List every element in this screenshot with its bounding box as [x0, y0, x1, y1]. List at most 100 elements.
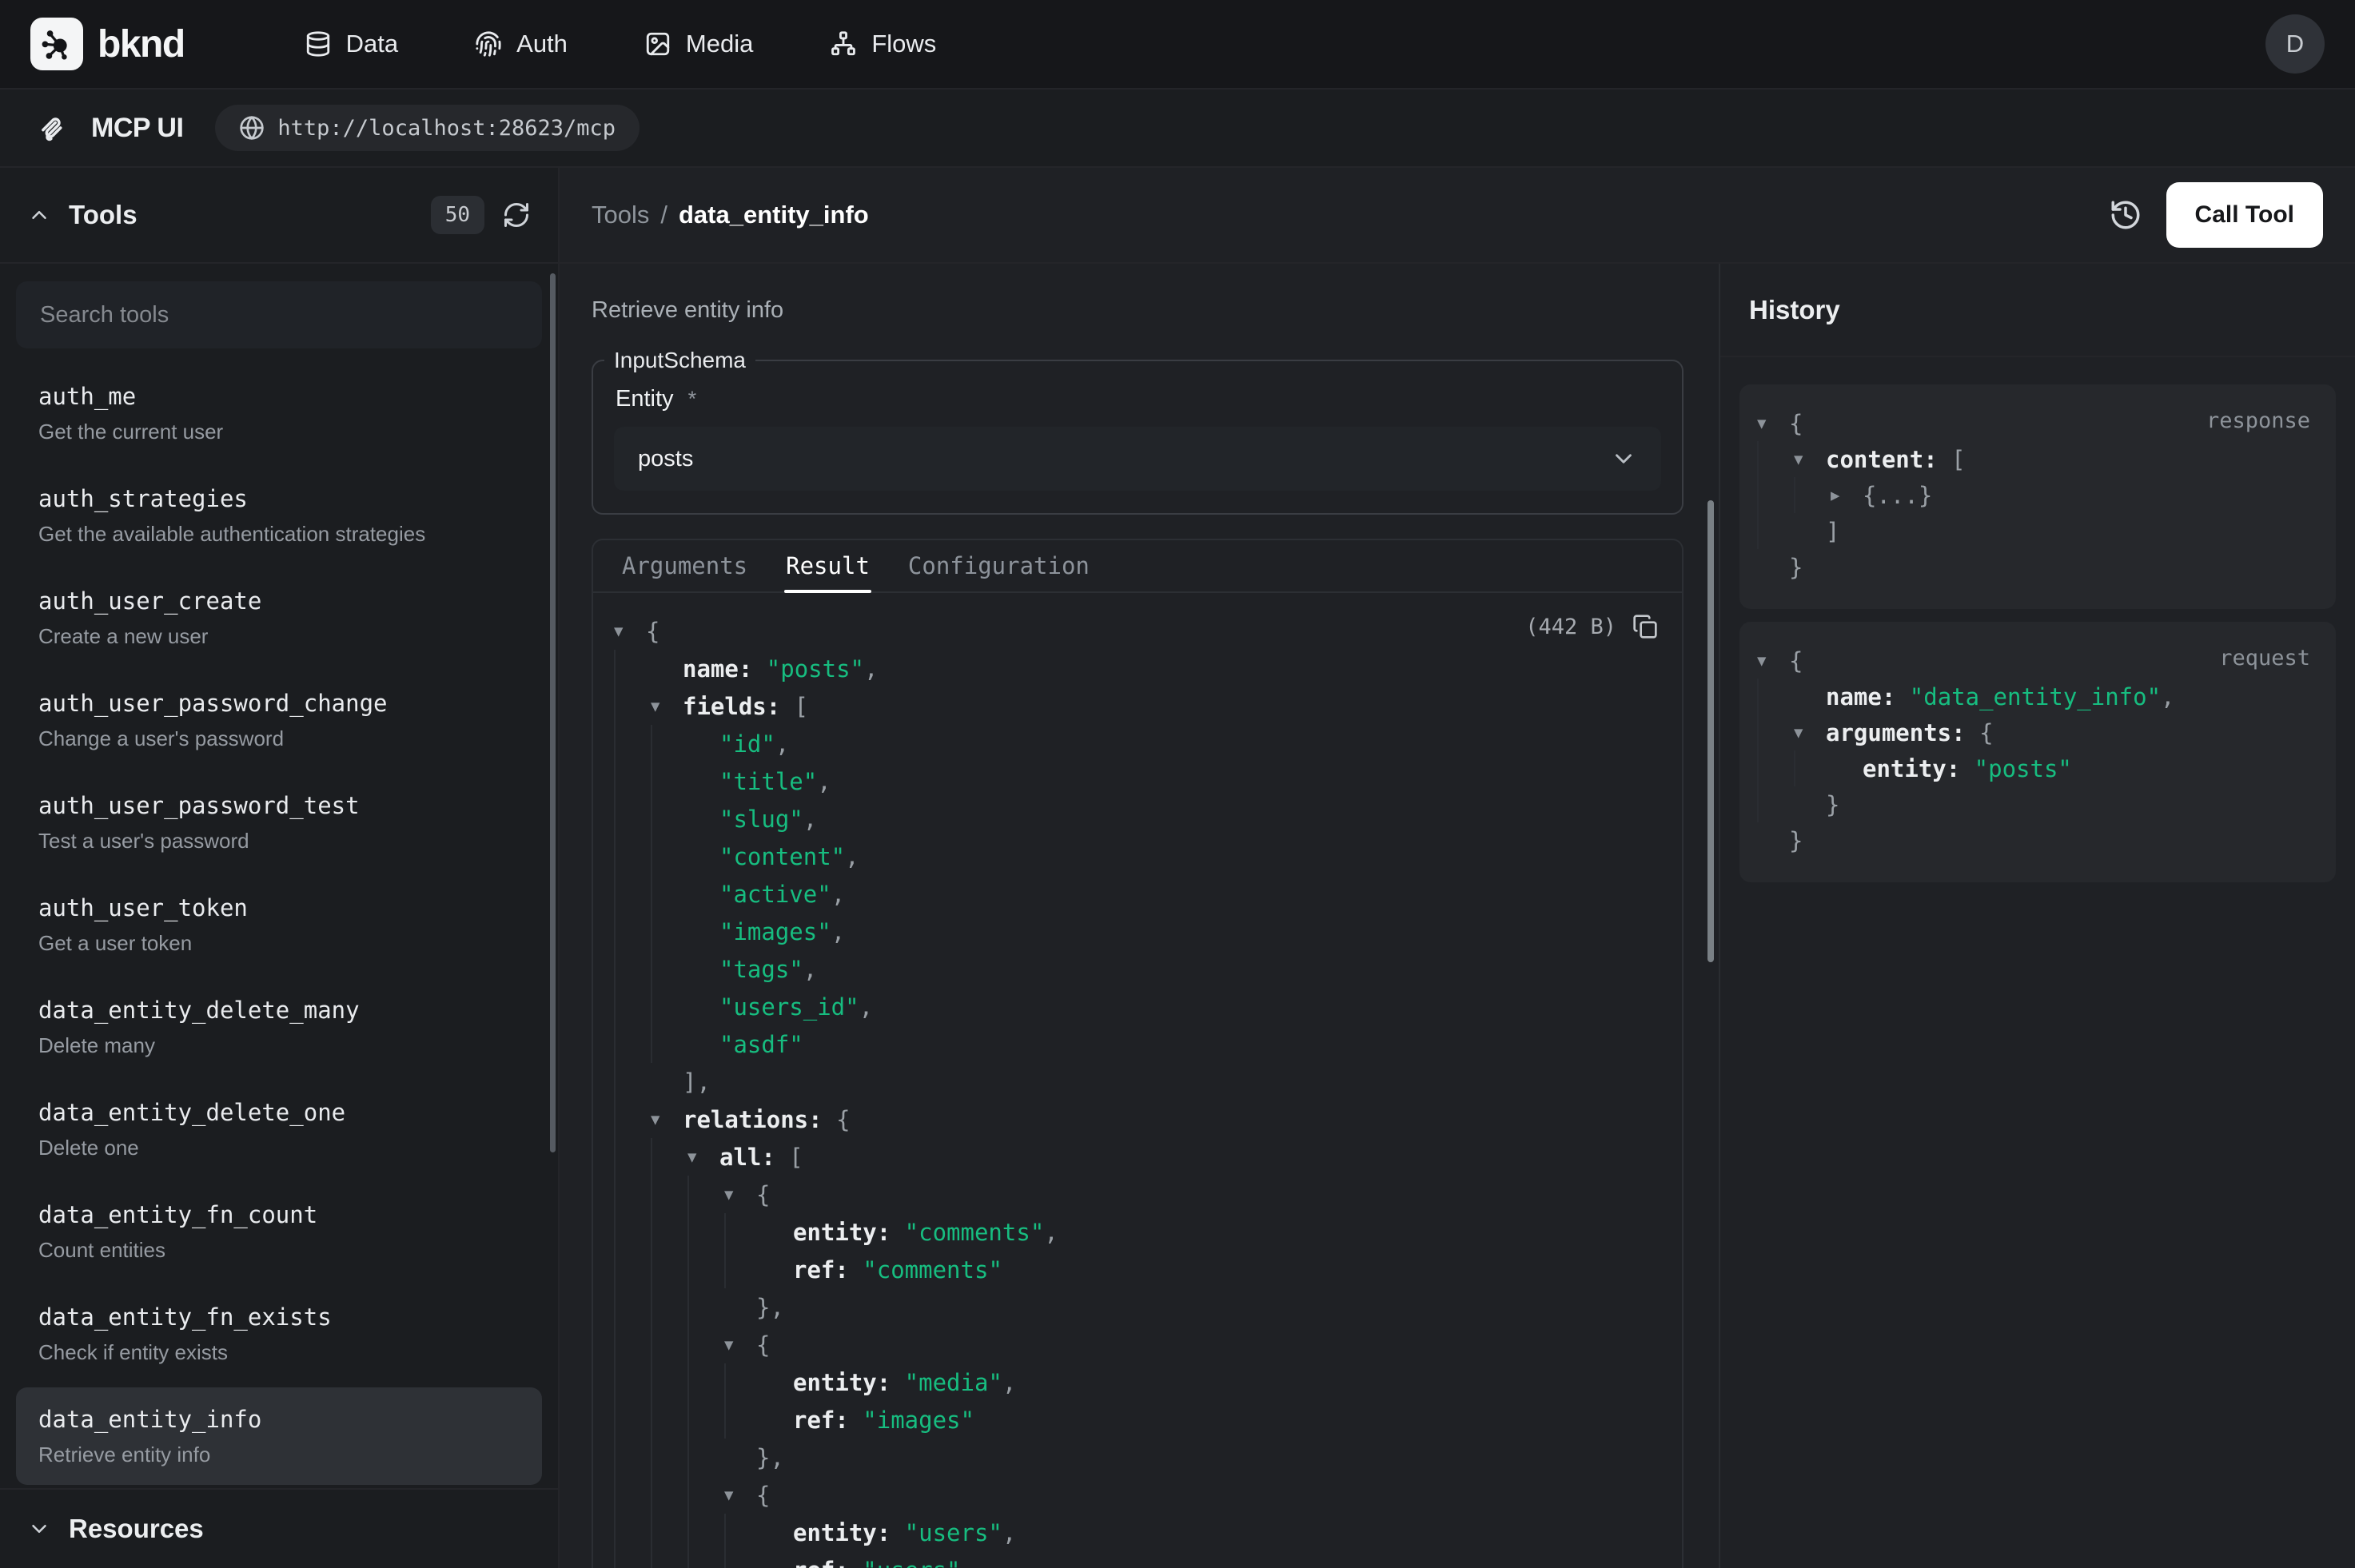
tool-item-description: Test a user's password [38, 826, 520, 855]
indent-guide [614, 762, 651, 800]
json-row: name: "posts", [614, 650, 1655, 687]
tool-item-data_entity_fn_count[interactable]: data_entity_fn_countCount entities [16, 1183, 542, 1280]
collapse-arrow-icon[interactable]: ▼ [614, 623, 646, 640]
tool-item-data_entity_fn_exists[interactable]: data_entity_fn_existsCheck if entity exi… [16, 1285, 542, 1383]
call-tool-button[interactable]: Call Tool [2166, 182, 2323, 248]
collapse-arrow-icon[interactable]: ▼ [651, 1111, 683, 1128]
tool-item-description: Get the available authentication strateg… [38, 519, 520, 548]
result-json-tree: ▼{name: "posts",▼fields: ["id","title","… [593, 593, 1682, 1568]
json-string-value: "users" [891, 1519, 1002, 1546]
indent-guide [614, 1138, 651, 1176]
nav-item-auth[interactable]: Auth [475, 30, 568, 58]
tool-item-auth_user_password_change[interactable]: auth_user_password_changeChange a user's… [16, 671, 542, 769]
indent-guide [614, 725, 651, 762]
nav-item-data[interactable]: Data [305, 30, 398, 58]
collapse-arrow-icon[interactable]: ▼ [1794, 724, 1826, 742]
json-row: entity: "posts" [1757, 750, 2313, 786]
nav-item-media[interactable]: Media [644, 30, 753, 58]
indent-guide [614, 1100, 651, 1138]
search-input[interactable] [21, 281, 537, 348]
mcp-url: http://localhost:28623/mcp [277, 116, 616, 141]
resources-section-header[interactable]: Resources [0, 1488, 558, 1568]
json-string-value: "posts" [1960, 755, 2072, 782]
breadcrumb-separator: / [660, 201, 667, 229]
collapse-arrow-icon[interactable]: ▼ [724, 1336, 756, 1354]
json-punctuation: , [859, 993, 873, 1021]
json-row: ▶{...} [1757, 477, 2313, 513]
entity-select[interactable]: posts [614, 427, 1661, 491]
main-scrollbar[interactable] [1707, 500, 1714, 962]
collapse-arrow-icon[interactable]: ▼ [687, 1148, 719, 1166]
tool-item-data_entity_delete_one[interactable]: data_entity_delete_oneDelete one [16, 1080, 542, 1178]
breadcrumb-root[interactable]: Tools [592, 201, 649, 229]
json-string-value: "slug" [719, 806, 803, 833]
indent-guide [614, 1551, 651, 1568]
refresh-icon[interactable] [502, 201, 531, 229]
tool-item-data_entity_delete_many[interactable]: data_entity_delete_manyDelete many [16, 978, 542, 1076]
json-punctuation: , [803, 956, 817, 983]
json-row: ▼{ [614, 1176, 1655, 1213]
mcp-url-pill[interactable]: http://localhost:28623/mcp [215, 105, 640, 151]
tool-description: Retrieve entity info [592, 297, 1684, 324]
mcp-logo-icon [37, 111, 70, 145]
tool-item-auth_user_password_test[interactable]: auth_user_password_test Test a user's pas… [16, 774, 542, 871]
json-row: ▼{ [614, 1326, 1655, 1363]
tool-item-name: auth_user_password_test [38, 790, 520, 822]
json-row: } [1757, 822, 2313, 858]
brand-name: bknd [98, 22, 185, 66]
tool-item-auth_user_token[interactable]: auth_user_tokenGet a user token [16, 876, 542, 973]
tab-result[interactable]: Result [767, 540, 889, 591]
collapse-arrow-icon[interactable]: ▼ [724, 1486, 756, 1504]
json-punctuation: [ [775, 1144, 803, 1171]
tool-item-description: Count entities [38, 1236, 520, 1264]
collapse-arrow-icon[interactable]: ▼ [1794, 451, 1826, 468]
brand[interactable]: bknd [30, 18, 185, 70]
tool-item-description: Get the current user [38, 417, 520, 446]
json-punctuation: { [1789, 410, 1803, 437]
history-entry-response[interactable]: ▼{▼content: [▶{...}]} response [1739, 384, 2336, 609]
indent-guide [614, 1288, 651, 1326]
indent-guide [614, 1363, 651, 1401]
json-punctuation: } [1826, 791, 1839, 818]
indent-guide [614, 1439, 651, 1476]
collapse-arrow-icon[interactable]: ▼ [1757, 652, 1789, 670]
entity-field-label: Entity * [616, 386, 1661, 412]
collapse-arrow-icon[interactable]: ▼ [1757, 415, 1789, 432]
avatar[interactable]: D [2265, 14, 2325, 74]
tool-list: auth_meGet the current userauth_strategi… [16, 364, 542, 1485]
json-string-value: "comments" [849, 1256, 1002, 1283]
indent-guide [651, 1025, 687, 1063]
required-mark: * [688, 387, 697, 411]
tool-item-description: Create a new user [38, 622, 520, 651]
collapse-arrow-icon[interactable]: ▼ [724, 1186, 756, 1204]
indent-guide [724, 1213, 761, 1251]
expand-arrow-icon[interactable]: ▶ [1831, 487, 1863, 504]
json-punctuation: }, [756, 1294, 784, 1321]
tool-item-description: Delete many [38, 1031, 520, 1060]
tool-item-auth_strategies[interactable]: auth_strategiesGet the available authent… [16, 467, 542, 564]
tools-header-label: Tools [69, 200, 137, 230]
json-string-value: "media" [891, 1369, 1002, 1396]
tab-arguments[interactable]: Arguments [603, 540, 767, 591]
tab-configuration[interactable]: Configuration [889, 540, 1109, 591]
indent-guide [614, 650, 651, 687]
json-row: } [1757, 549, 2313, 585]
json-row: ], [614, 1063, 1655, 1100]
tool-item-auth_user_create[interactable]: auth_user_createCreate a new user [16, 569, 542, 667]
tools-section-header[interactable]: Tools 50 [0, 168, 558, 264]
json-punctuation: ], [683, 1069, 711, 1096]
indent-guide [651, 1138, 687, 1176]
nav-item-flows[interactable]: Flows [830, 30, 936, 58]
history-entry-request[interactable]: ▼{name: "data_entity_info",▼arguments: {… [1739, 622, 2336, 882]
tool-item-data_entity_info[interactable]: data_entity_infoRetrieve entity info [16, 1387, 542, 1485]
history-title: History [1749, 295, 1840, 325]
json-key: entity: [793, 1369, 891, 1396]
collapse-arrow-icon[interactable]: ▼ [651, 698, 683, 715]
json-punctuation: , [831, 881, 845, 908]
sidebar-scrollbar[interactable] [550, 273, 556, 1152]
tool-item-auth_me[interactable]: auth_meGet the current user [16, 364, 542, 462]
sidebar: Tools 50 auth_meGet the current userauth… [0, 168, 560, 1568]
copy-icon[interactable] [1632, 614, 1658, 639]
json-punctuation: {...} [1863, 482, 1932, 509]
history-icon[interactable] [2109, 198, 2142, 232]
